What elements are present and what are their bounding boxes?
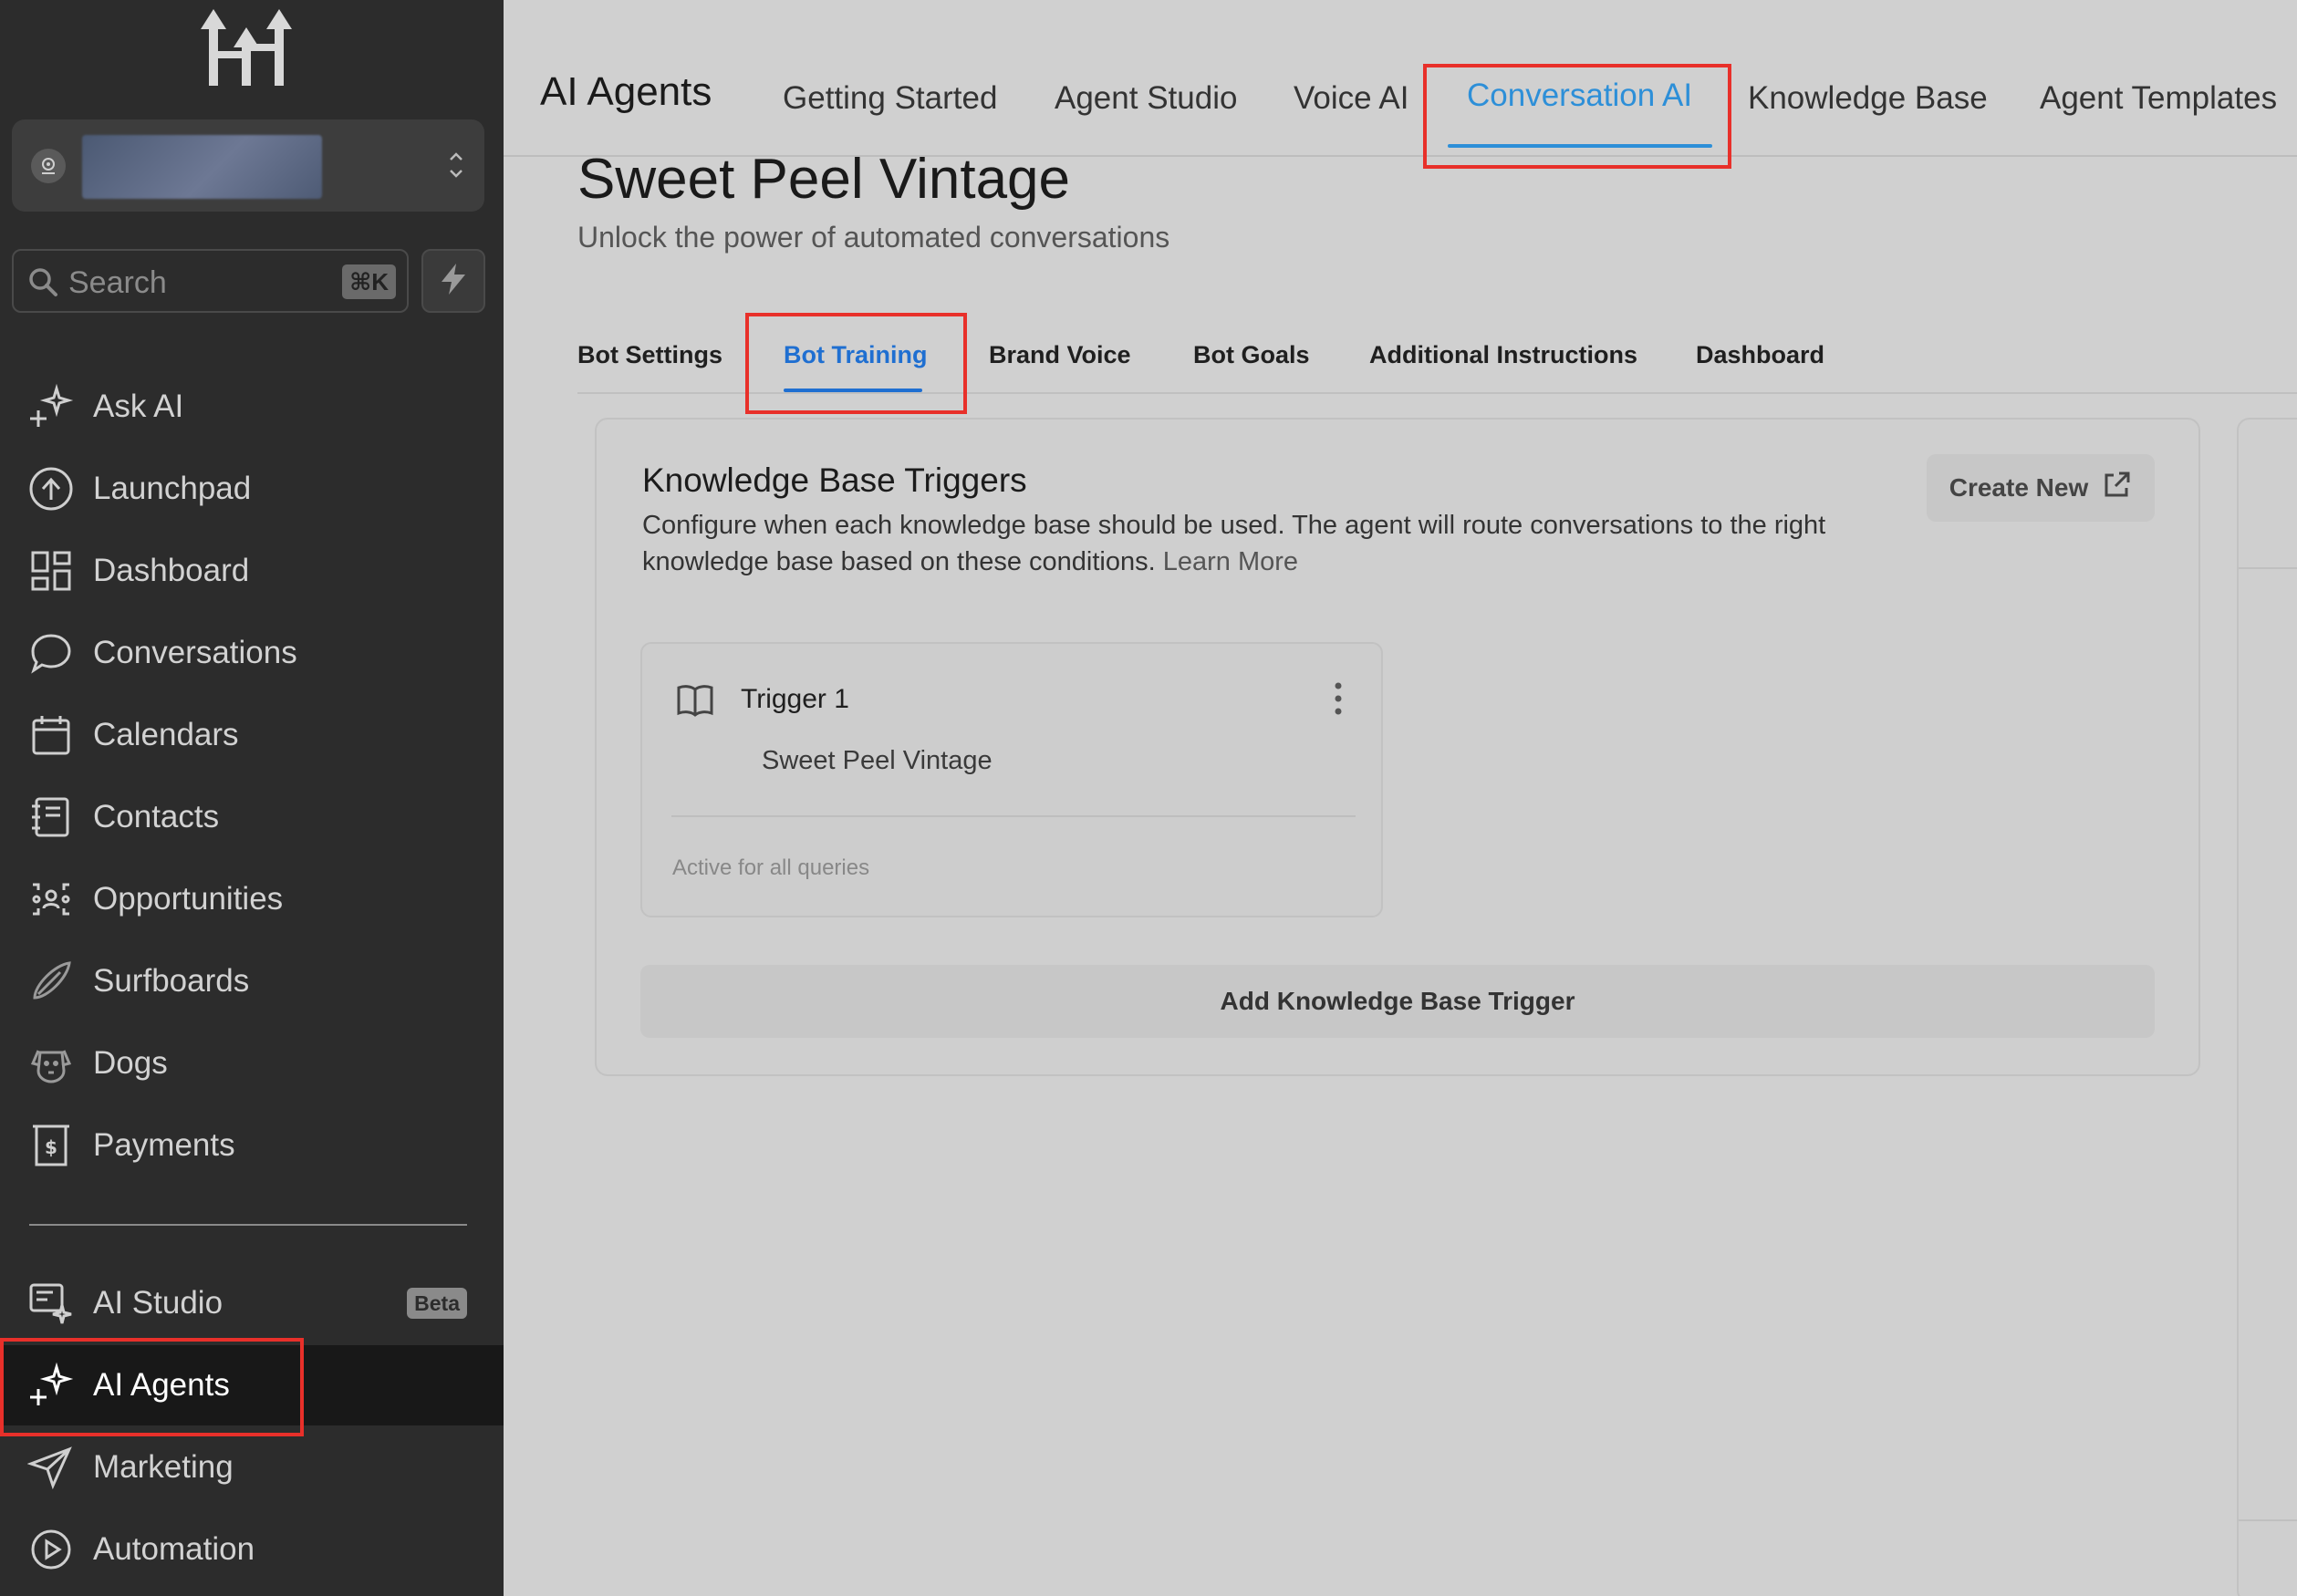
subtab-dashboard[interactable]: Dashboard (1696, 341, 1824, 369)
subtab-additional-instructions[interactable]: Additional Instructions (1369, 341, 1637, 369)
subtab-brand-voice[interactable]: Brand Voice (989, 341, 1131, 369)
brand-logo-icon[interactable] (201, 7, 296, 88)
svg-text:$: $ (45, 1136, 57, 1158)
trigger-knowledge-base: Sweet Peel Vintage (762, 746, 993, 775)
highlight-ai-agents (0, 1338, 304, 1436)
top-navigation: AI Agents Getting Started Agent Studio V… (504, 0, 2297, 157)
chat-bubble-icon (27, 629, 75, 677)
dashboard-grid-icon (27, 547, 75, 595)
search-placeholder: Search (68, 265, 167, 300)
sidebar-item-label: Ask AI (93, 389, 184, 424)
ai-studio-icon (27, 1280, 75, 1327)
create-new-button[interactable]: Create New (1927, 454, 2155, 522)
lightning-bolt-icon (440, 263, 467, 299)
card-title: Knowledge Base Triggers (642, 461, 1027, 499)
tab-agent-templates[interactable]: Agent Templates (2040, 80, 2277, 117)
calendar-icon (27, 711, 75, 759)
chevron-updown-icon (448, 147, 464, 183)
send-icon (27, 1444, 75, 1491)
sidebar-item-ask-ai[interactable]: Ask AI (0, 367, 504, 447)
automation-play-icon (27, 1526, 75, 1573)
sidebar-item-automation[interactable]: Automation (0, 1509, 504, 1590)
account-name-redacted (82, 135, 322, 199)
sidebar-item-label: Payments (93, 1127, 235, 1163)
sidebar-item-conversations[interactable]: Conversations (0, 613, 504, 693)
external-link-icon (2101, 470, 2132, 507)
create-new-label: Create New (1949, 473, 2089, 502)
page-subtitle: Unlock the power of automated conversati… (577, 221, 1170, 254)
sidebar-item-marketing[interactable]: Marketing (0, 1427, 504, 1508)
sidebar-item-label: Surfboards (93, 963, 250, 999)
payments-receipt-icon: $ (27, 1122, 75, 1169)
sparkle-plus-icon (27, 383, 75, 430)
sidebar-item-label: Marketing (93, 1449, 234, 1485)
account-switcher[interactable] (12, 119, 484, 212)
sidebar-item-label: Dashboard (93, 553, 250, 588)
sidebar-item-calendars[interactable]: Calendars (0, 695, 504, 775)
search-input[interactable]: Search ⌘K (12, 249, 409, 313)
sidebar-item-label: Contacts (93, 799, 220, 834)
trigger-name: Trigger 1 (741, 684, 849, 714)
sidebar-item-launchpad[interactable]: Launchpad (0, 449, 504, 529)
add-knowledge-base-trigger-button[interactable]: Add Knowledge Base Trigger (640, 965, 2155, 1038)
sidebar-item-payments[interactable]: $ Payments (0, 1105, 504, 1186)
surfboard-icon (27, 958, 75, 1005)
learn-more-link[interactable]: Learn More (1163, 547, 1298, 576)
panel-divider (2239, 567, 2297, 569)
tab-knowledge-base[interactable]: Knowledge Base (1748, 80, 1988, 117)
knowledge-base-triggers-card: Knowledge Base Triggers Configure when e… (595, 418, 2200, 1076)
sidebar-item-label: AI Studio (93, 1285, 223, 1321)
book-open-icon (675, 680, 715, 720)
sidebar-item-label: Automation (93, 1531, 255, 1567)
sidebar-item-dogs[interactable]: Dogs (0, 1023, 504, 1104)
contacts-book-icon (27, 793, 75, 841)
tab-voice-ai[interactable]: Voice AI (1294, 80, 1408, 117)
tab-getting-started[interactable]: Getting Started (783, 80, 997, 117)
highlight-conversation-ai (1423, 64, 1731, 169)
trigger-status: Active for all queries (672, 855, 870, 880)
search-shortcut-badge: ⌘K (342, 264, 396, 299)
tab-agent-studio[interactable]: Agent Studio (1055, 80, 1237, 117)
sidebar-item-label: Calendars (93, 717, 239, 752)
sidebar-item-ai-studio[interactable]: AI Studio Beta (0, 1263, 504, 1343)
trigger-card[interactable]: Trigger 1 Sweet Peel Vintage Active for … (640, 642, 1383, 917)
beta-badge: Beta (407, 1288, 467, 1319)
launchpad-icon (27, 465, 75, 513)
subtab-bot-goals[interactable]: Bot Goals (1193, 341, 1310, 369)
page-title: Sweet Peel Vintage (577, 148, 1071, 211)
subtab-bot-settings[interactable]: Bot Settings (577, 341, 722, 369)
sidebar-item-label: Conversations (93, 635, 297, 670)
card-description: Configure when each knowledge base shoul… (642, 507, 1919, 580)
sidebar-item-label: Dogs (93, 1045, 168, 1081)
highlight-bot-training (745, 313, 967, 414)
sidebar-item-label: Opportunities (93, 881, 284, 917)
trigger-divider (671, 815, 1356, 817)
sidebar-item-dashboard[interactable]: Dashboard (0, 531, 504, 611)
sidebar-divider (29, 1224, 467, 1226)
dog-icon (27, 1040, 75, 1087)
panel-divider (2239, 1519, 2297, 1521)
more-options-icon[interactable] (1332, 679, 1345, 719)
sidebar-item-opportunities[interactable]: Opportunities (0, 859, 504, 939)
search-icon (26, 265, 59, 298)
sidebar-item-surfboards[interactable]: Surfboards (0, 941, 504, 1021)
opportunities-icon (27, 876, 75, 923)
sidebar-item-label: Launchpad (93, 471, 252, 506)
quick-actions-button[interactable] (421, 249, 485, 313)
sidebar-item-contacts[interactable]: Contacts (0, 777, 504, 857)
location-pin-icon (31, 149, 66, 183)
app-title: AI Agents (540, 69, 712, 114)
secondary-panel (2237, 418, 2297, 1596)
